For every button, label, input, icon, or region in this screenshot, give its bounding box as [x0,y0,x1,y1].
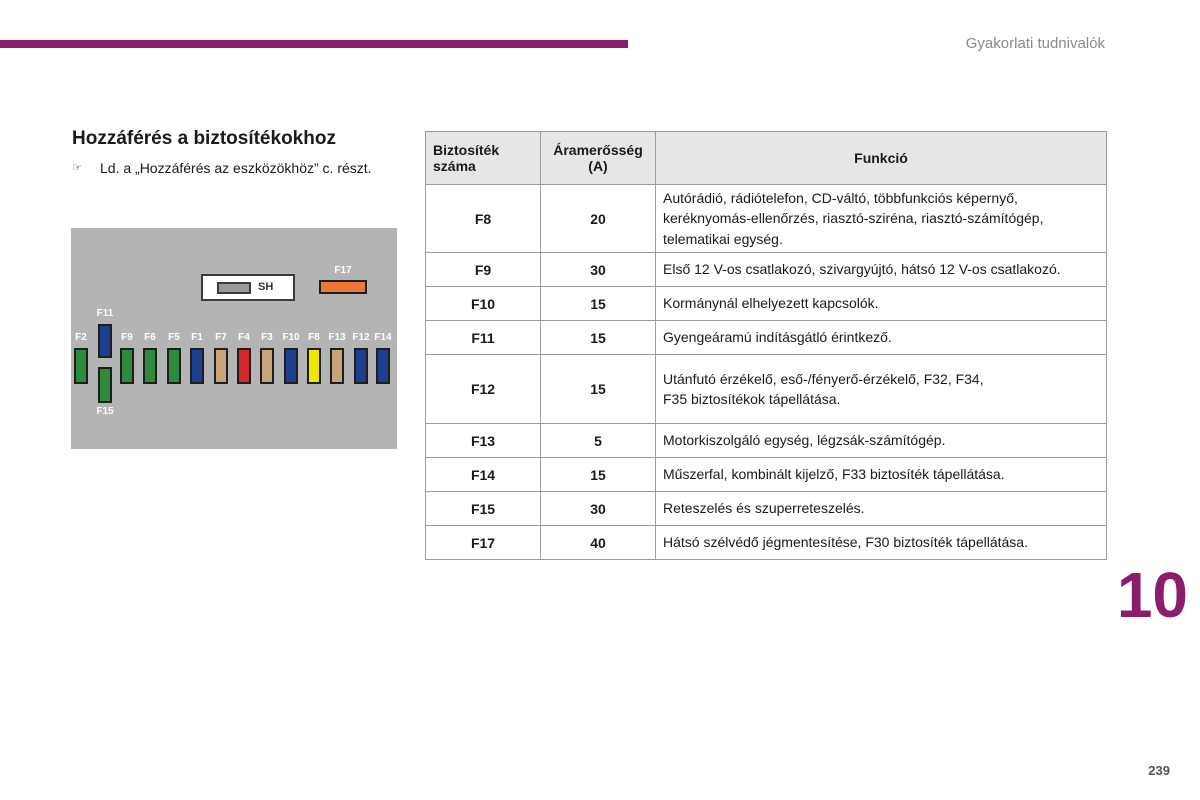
fuse-number-cell: F10 [425,286,541,321]
fuse-label-f2: F2 [75,332,87,343]
shunt-label: SH [258,281,274,293]
table-header-row: Biztosíték száma Áramerősség (A) Funkció [425,131,1107,185]
amperage-cell: 30 [540,252,656,287]
table-row: F13 5 Motorkiszolgáló egység, légzsák-szám… [425,423,1107,458]
amperage-cell: 15 [540,354,656,424]
fuse-f11 [98,324,112,358]
fuse-f3 [260,348,274,384]
fuse-f2 [74,348,88,384]
fuse-f8 [307,348,321,384]
function-cell: Első 12 V-os csatlakozó, szivargyújtó, h… [655,252,1107,287]
fuse-f17 [319,280,367,294]
function-cell: Gyengeáramú indításgátló érintkező. [655,320,1107,355]
fuse-number-cell: F12 [425,354,541,424]
amperage-cell: 30 [540,491,656,526]
table-row: F10 15 Kormánynál elhelyezett kapcsolók. [425,286,1107,321]
fuse-f10 [284,348,298,384]
section-title: Hozzáférés a biztosítékokhoz [72,128,336,149]
function-cell: Motorkiszolgáló egység, légzsák-számítóg… [655,423,1107,458]
header-function: Funkció [655,131,1107,185]
amperage-cell: 5 [540,423,656,458]
fuse-label-f17: F17 [334,265,352,276]
fuse-f9 [120,348,134,384]
amperage-cell: 15 [540,320,656,355]
header-accent-bar [0,40,628,48]
function-cell: Műszerfal, kombinált kijelző, F33 biztos… [655,457,1107,492]
header-amperage: Áramerősség (A) [540,131,656,185]
table-row: F17 40 Hátsó szélvédő jégmentesítése, F30 … [425,525,1107,560]
fuse-f13 [330,348,344,384]
fuse-number-cell: F14 [425,457,541,492]
chapter-number: 10 [1116,559,1188,631]
fuse-f6 [143,348,157,384]
fuse-f12 [354,348,368,384]
fuse-box-diagram: SH F2 F11 F15 F9 F6 F5 F1 F7 F4 F3 F10 F8 F13 F12 F14 F… [71,228,397,449]
table-row: F8 20 Autórádió, rádiótelefon, CD-váltó, t… [425,184,1107,253]
function-cell: Autórádió, rádiótelefon, CD-váltó, többf… [655,184,1107,253]
header-fuse-number: Biztosíték száma [425,131,541,185]
fuse-f7 [214,348,228,384]
bullet-note: ☞ Ld. a „Hozzáférés az eszközökhöz” c. r… [72,158,372,178]
fuse-f15 [98,367,112,403]
function-cell: Utánfutó érzékelő, eső-/fényerő-érzékelő… [655,354,1107,424]
fuse-label-f15: F15 [96,406,114,417]
fuse-label-f11: F11 [96,308,114,319]
amperage-cell: 40 [540,525,656,560]
fuse-number-cell: F13 [425,423,541,458]
pointing-hand-icon: ☞ [72,162,82,174]
fuse-f14 [376,348,390,384]
page-number: 239 [1148,763,1170,778]
fuse-number-cell: F17 [425,525,541,560]
table-row: F12 15 Utánfutó érzékelő, eső-/fényerő-érz… [425,354,1107,424]
function-cell: Kormánynál elhelyezett kapcsolók. [655,286,1107,321]
fuse-number-cell: F9 [425,252,541,287]
page-header-title: Gyakorlati tudnivalók [965,35,1105,52]
table-row: F15 30 Reteszelés és szuperreteszelés. [425,491,1107,526]
fuse-f4 [237,348,251,384]
shunt-slot [217,282,251,294]
amperage-cell: 20 [540,184,656,253]
amperage-cell: 15 [540,286,656,321]
fuse-f1 [190,348,204,384]
fuse-f5 [167,348,181,384]
table-row: F9 30 Első 12 V-os csatlakozó, szivargyújt… [425,252,1107,287]
fuse-number-cell: F11 [425,320,541,355]
amperage-cell: 15 [540,457,656,492]
fuse-number-cell: F15 [425,491,541,526]
table-row: F11 15 Gyengeáramú indításgátló érintkező. [425,320,1107,355]
fuse-label-f14: F14 [374,332,392,343]
fuse-table: Biztosíték száma Áramerősség (A) Funkció F… [425,131,1107,560]
function-cell: Hátsó szélvédő jégmentesítése, F30 bizto… [655,525,1107,560]
fuse-number-cell: F8 [425,184,541,253]
table-row: F14 15 Műszerfal, kombinált kijelző, F33 b… [425,457,1107,492]
function-cell: Reteszelés és szuperreteszelés. [655,491,1107,526]
shunt-box: SH [201,274,295,301]
bullet-text: Ld. a „Hozzáférés az eszközökhöz” c. rés… [100,160,372,176]
